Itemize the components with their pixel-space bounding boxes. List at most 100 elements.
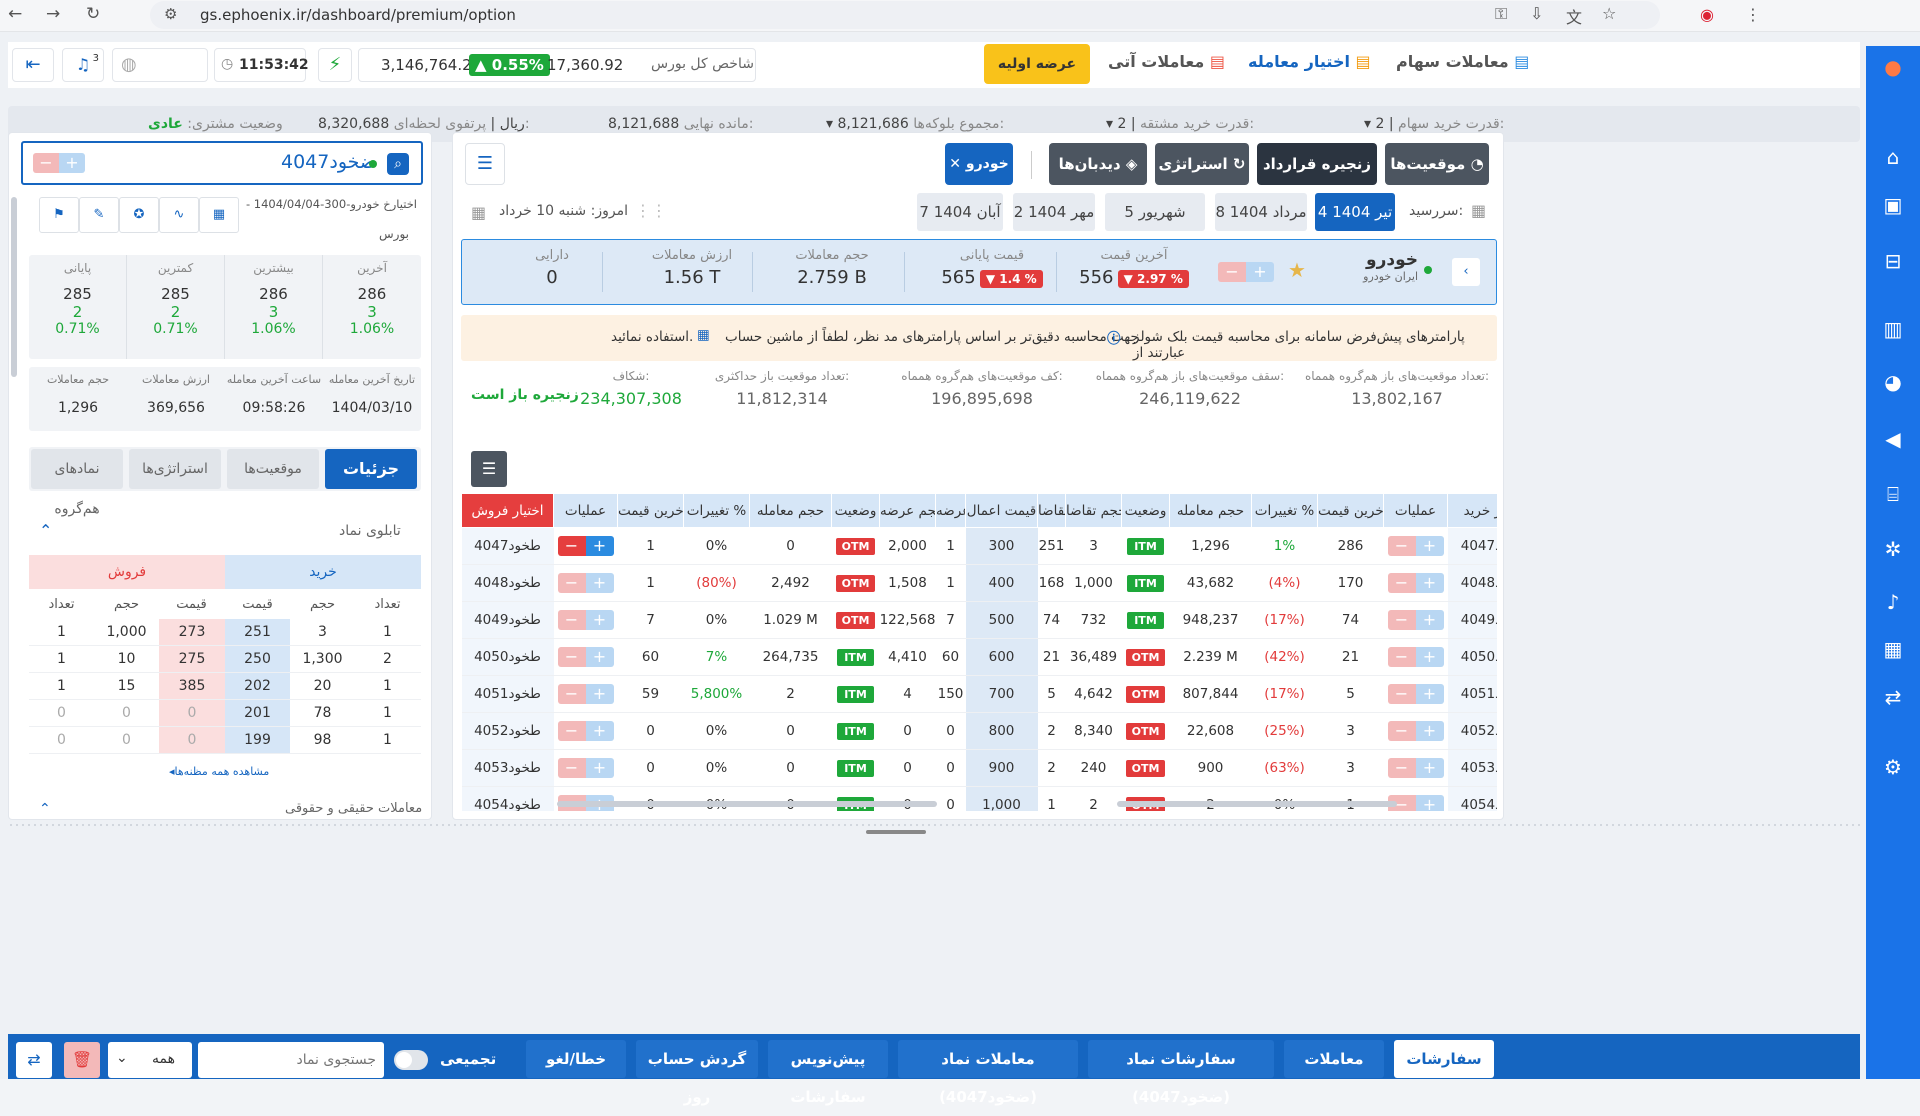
strategy-button[interactable]: استراتژی ↻	[1155, 143, 1249, 185]
symbol-selector[interactable]: − + ضخود4047 ⌕	[21, 141, 423, 185]
call-symbol[interactable]: ضخود4053	[1447, 749, 1497, 787]
sell-button[interactable]: −	[557, 610, 586, 630]
positions-button[interactable]: موقعیت‌ها ◔	[1385, 143, 1489, 185]
col-header[interactable]: آخرین قیمت	[617, 493, 684, 528]
buy-button[interactable]: +	[1415, 536, 1444, 556]
drag-handle-icon[interactable]: ⋮⋮	[635, 201, 667, 220]
option-row[interactable]: طخود4051− +59 5,800% 2 ITM 4 150 700 5 4,642 OTM 80…	[461, 675, 1497, 713]
splitter-handle[interactable]	[866, 830, 926, 834]
table-settings-icon[interactable]: ☰	[471, 451, 507, 487]
forward-icon[interactable]: →	[46, 4, 60, 24]
maturity-chip-1[interactable]: 8 مرداد 1404	[1215, 193, 1307, 231]
bell-icon[interactable]: ♪	[1882, 591, 1904, 613]
orderbook-row[interactable]: 0 0 0 201 78 1	[29, 700, 421, 727]
call-actions[interactable]: − +	[1383, 527, 1448, 565]
put-symbol[interactable]: طخود4049	[461, 601, 554, 639]
filter-select[interactable]: ⌄ همه	[108, 1042, 192, 1078]
buy-plus-button[interactable]: +	[1246, 262, 1274, 282]
back-icon[interactable]: ←	[8, 4, 22, 24]
buy-button[interactable]: +	[585, 610, 614, 630]
list-view-icon[interactable]: ☰	[465, 143, 505, 185]
buy-button[interactable]: +	[1415, 610, 1444, 630]
col-header[interactable]: تقاضا	[1037, 493, 1066, 528]
col-header[interactable]: حجم معامله	[749, 493, 832, 528]
put-symbol[interactable]: طخود4052	[461, 712, 554, 750]
col-header[interactable]: اختیار خرید	[1447, 493, 1497, 528]
address-bar[interactable]: ⚙ gs.ephoenix.ir/dashboard/premium/optio…	[150, 1, 1660, 29]
favorite-star-icon[interactable]: ★	[1288, 258, 1306, 282]
option-row[interactable]: طخود4052− +0 0% 0 ITM 0 0 800 2 8,340 OTM 22,608 (25…	[461, 712, 1497, 750]
put-actions[interactable]: −+	[553, 675, 618, 713]
tab-stocks[interactable]: معاملات سهام ▤	[1396, 52, 1529, 71]
buy-sell-toggle[interactable]: − +	[1218, 262, 1274, 282]
calculator-icon[interactable]: ▦	[199, 197, 239, 233]
col-header[interactable]: تغییرات %	[683, 493, 750, 528]
tab-positions[interactable]: موقعیت‌ها	[227, 449, 319, 489]
buy-button[interactable]: +	[585, 684, 614, 704]
sell-minus-button[interactable]: −	[1218, 262, 1246, 282]
orderbook-row[interactable]: 1 1,000 273 251 3 1	[29, 619, 421, 646]
add-card-icon[interactable]: ▣	[1882, 194, 1904, 216]
ipo-button[interactable]: عرضه اولیه	[984, 44, 1090, 84]
put-symbol[interactable]: طخود4053	[461, 749, 554, 787]
watchlists-button[interactable]: دیدبان‌ها ◈	[1049, 143, 1147, 185]
search-icon[interactable]: ⌕	[387, 153, 409, 175]
calculator-link-icon[interactable]: ▦	[697, 327, 710, 343]
sell-button[interactable]: −	[557, 536, 586, 556]
lightning-icon[interactable]: ⚡	[318, 48, 352, 82]
sell-button[interactable]: −	[1387, 573, 1416, 593]
sell-button[interactable]: −	[1387, 647, 1416, 667]
put-symbol[interactable]: طخود4054	[461, 786, 554, 811]
see-all-quotes-link[interactable]: ◂مشاهده همه مظنه‌ها	[169, 765, 269, 778]
call-symbol[interactable]: ضخود4050	[1447, 638, 1497, 676]
buy-button[interactable]: +	[1415, 684, 1444, 704]
support-icon[interactable]: ✪	[119, 197, 159, 233]
orders-button[interactable]: سفارشات	[1394, 1040, 1494, 1078]
maturity-chip-0[interactable]: 4 تیر 1404	[1315, 193, 1395, 231]
settings-icon[interactable]: ⚙	[1882, 756, 1904, 778]
pie-chart-icon[interactable]: ◕	[1882, 371, 1904, 393]
symbol-buy-button[interactable]: +	[59, 153, 85, 173]
bookmark-icon[interactable]: ⚑	[39, 197, 79, 233]
site-settings-icon[interactable]: ⚙	[164, 5, 177, 23]
reload-icon[interactable]: ↻	[86, 4, 100, 24]
call-symbol[interactable]: ضخود4054	[1447, 786, 1497, 811]
buy-button[interactable]: +	[1415, 721, 1444, 741]
sell-button[interactable]: −	[557, 758, 586, 778]
buy-button[interactable]: +	[585, 721, 614, 741]
sell-button[interactable]: −	[1387, 610, 1416, 630]
col-header[interactable]: حجم تقاضا	[1065, 493, 1122, 528]
buy-button[interactable]: +	[1415, 795, 1444, 811]
collapse-chevron-icon[interactable]: ‹	[1452, 258, 1480, 286]
menu-icon[interactable]: ⋮	[1745, 5, 1761, 24]
orderbook-row[interactable]: 0 0 0 199 98 1	[29, 727, 421, 754]
put-symbol[interactable]: طخود4051	[461, 675, 554, 713]
put-actions[interactable]: −+	[553, 601, 618, 639]
col-header[interactable]: تغییرات %	[1251, 493, 1318, 528]
col-header[interactable]: قیمت اعمال	[965, 493, 1038, 528]
resize-splitter[interactable]	[8, 822, 1860, 830]
put-actions[interactable]: −+	[553, 638, 618, 676]
symbol-orders-button[interactable]: سفارشات نماد (ضخود4047)	[1088, 1040, 1274, 1106]
tab-peer-symbols[interactable]: نمادهای هم‌گروه	[31, 449, 123, 517]
col-header[interactable]: عرضه	[935, 493, 966, 528]
bookmark-star-icon[interactable]: ☆	[1602, 4, 1616, 23]
put-symbol[interactable]: طخود4050	[461, 638, 554, 676]
edit-icon[interactable]: ✎	[79, 197, 119, 233]
put-actions[interactable]: −+	[553, 749, 618, 787]
buy-button[interactable]: +	[1415, 647, 1444, 667]
call-symbol[interactable]: ضخود4049	[1447, 601, 1497, 639]
chart-icon[interactable]: ▥	[1882, 318, 1904, 340]
buy-button[interactable]: +	[1415, 573, 1444, 593]
call-symbol[interactable]: ضخود4052	[1447, 712, 1497, 750]
contract-chain-button[interactable]: زنجیره قرارداد ▭	[1257, 143, 1377, 215]
call-actions[interactable]: − +	[1383, 564, 1448, 602]
stock-buy-power[interactable]: ▾ 2 | قدرت خرید سهام:	[1364, 116, 1504, 132]
call-symbol[interactable]: ضخود4051	[1447, 675, 1497, 713]
logout-icon[interactable]: ⇤	[12, 48, 54, 82]
col-header[interactable]: عملیات	[553, 493, 618, 528]
translate-icon[interactable]: 文	[1566, 4, 1582, 28]
home-icon[interactable]: ⌂	[1882, 146, 1904, 168]
trend-chart-icon[interactable]: ∿	[159, 197, 199, 233]
put-actions[interactable]: −+	[553, 712, 618, 750]
